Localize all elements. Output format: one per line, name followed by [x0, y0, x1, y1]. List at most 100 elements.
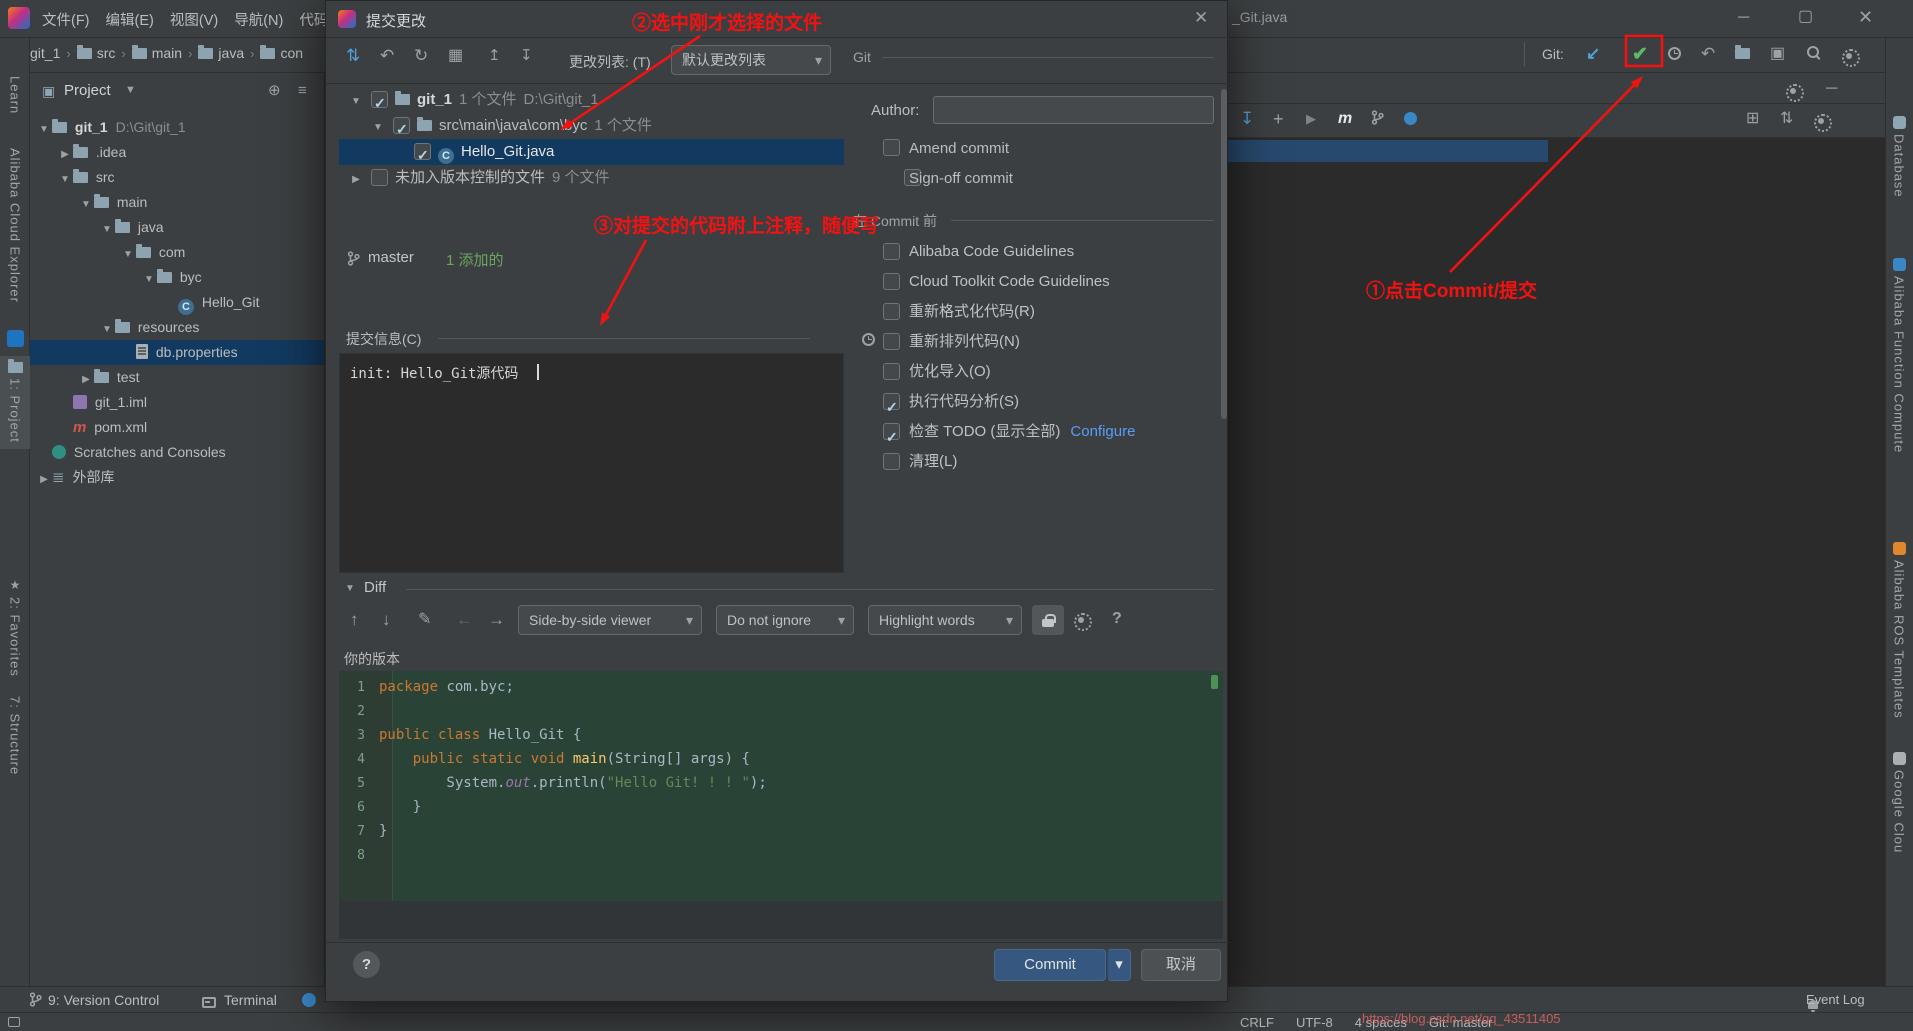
checkbox-checked[interactable]: [371, 91, 388, 108]
go-left-icon[interactable]: ←: [456, 611, 473, 629]
checkbox-unchecked[interactable]: [883, 303, 900, 320]
before-commit-option[interactable]: 清理(L): [883, 447, 1223, 477]
diff-scrollbar-track[interactable]: [339, 901, 1223, 939]
tree-item-src[interactable]: ▼ src: [30, 165, 325, 190]
commit-dropdown-button[interactable]: ▾: [1107, 949, 1131, 981]
chevron-down-icon[interactable]: ▼: [348, 89, 364, 115]
commit-message-editor[interactable]: init: Hello_Git源代码: [339, 353, 844, 573]
help-button[interactable]: ?: [353, 951, 380, 978]
author-input[interactable]: [933, 96, 1214, 124]
editor-background[interactable]: [1228, 138, 1885, 986]
open-folder-icon[interactable]: [1735, 45, 1750, 62]
chevron-down-icon[interactable]: ▼: [120, 242, 136, 267]
history-icon[interactable]: [862, 333, 875, 346]
checkbox-checked[interactable]: [883, 423, 900, 440]
close-window-button[interactable]: ✕: [1858, 8, 1873, 26]
diff-help-icon[interactable]: ?: [1112, 611, 1122, 627]
chevron-right-icon[interactable]: ▶: [348, 167, 364, 193]
tree-item--[interactable]: ▶≣ 外部库: [30, 465, 325, 490]
grid-view-icon[interactable]: ⊞: [1746, 110, 1759, 127]
tree-item-scratches-and-consoles[interactable]: Scratches and Consoles: [30, 440, 325, 465]
changes-package-row[interactable]: ▼src\main\java\com\byc1 个文件: [339, 113, 844, 139]
settings-icon[interactable]: [1842, 45, 1856, 62]
next-difference-icon[interactable]: ↓: [382, 611, 391, 629]
lock-button[interactable]: [1032, 605, 1064, 635]
previous-difference-icon[interactable]: ↑: [350, 611, 359, 629]
go-right-icon[interactable]: →: [488, 611, 505, 629]
tree-item-hello_git[interactable]: C Hello_Git: [30, 290, 325, 315]
tree-item-byc[interactable]: ▼ byc: [30, 265, 325, 290]
dialog-close-icon[interactable]: ✕: [1194, 9, 1208, 26]
checkbox-unchecked[interactable]: [883, 243, 900, 260]
status-item[interactable]: CRLF: [1240, 1015, 1274, 1030]
right-stripe-database[interactable]: Database: [1885, 112, 1913, 202]
settings-icon[interactable]: [1786, 80, 1800, 97]
chevron-down-icon[interactable]: ▼: [36, 117, 52, 142]
checkbox-checked[interactable]: [414, 143, 431, 160]
maximize-button[interactable]: ▢: [1798, 9, 1813, 25]
left-stripe-2-favorites[interactable]: ★2: Favorites: [0, 572, 30, 683]
tree-item-pom-xml[interactable]: m pom.xml: [30, 415, 325, 440]
menu-item-1[interactable]: 编辑(E): [98, 9, 162, 30]
checkbox-unchecked[interactable]: [883, 273, 900, 290]
search-icon[interactable]: [1806, 45, 1821, 62]
checkbox-unchecked[interactable]: [883, 333, 900, 350]
cancel-button[interactable]: 取消: [1141, 949, 1221, 981]
tree-item-java[interactable]: ▼ java: [30, 215, 325, 240]
vcs-update-icon[interactable]: ↙: [1586, 45, 1600, 63]
left-stripe-alibaba-cloud-explorer[interactable]: Alibaba Cloud Explorer: [0, 142, 30, 309]
chevron-down-icon[interactable]: ▼: [342, 583, 358, 594]
add-configuration-icon[interactable]: +: [1273, 110, 1284, 129]
chevron-right-icon[interactable]: ▶: [78, 367, 94, 392]
diff-code-viewer[interactable]: 1package com.byc;23public class Hello_Gi…: [339, 671, 1223, 901]
restore-window-icon[interactable]: ▣: [1770, 45, 1785, 62]
chevron-down-icon[interactable]: ▼: [99, 317, 115, 342]
refresh-changes-icon[interactable]: ⇅: [346, 47, 360, 65]
download-icon[interactable]: ↧: [1240, 110, 1254, 128]
toolwindow-toggle-icon[interactable]: [8, 1017, 20, 1027]
menu-item-0[interactable]: 文件(F): [34, 9, 98, 30]
toolwindow-version-control[interactable]: 9: Version Control: [48, 992, 159, 1008]
chevron-down-icon[interactable]: ▼: [125, 85, 136, 96]
right-stripe-google-clou[interactable]: Google Clou: [1885, 748, 1913, 857]
left-stripe-learn[interactable]: Learn: [0, 70, 30, 120]
collapse-all-icon[interactable]: ↧: [520, 47, 533, 64]
checkbox-unchecked[interactable]: [883, 453, 900, 470]
scrollbar-marker[interactable]: [1211, 675, 1218, 689]
checkbox-unchecked[interactable]: [371, 169, 388, 186]
before-commit-option[interactable]: Alibaba Code Guidelines: [883, 237, 1223, 267]
run-icon[interactable]: ▶: [1306, 110, 1316, 127]
checkbox-checked[interactable]: [393, 117, 410, 134]
chevron-down-icon[interactable]: ▼: [370, 115, 386, 141]
switch-icon[interactable]: ⇅: [1780, 110, 1793, 127]
checkbox-checked[interactable]: [883, 393, 900, 410]
tree-item-git_1[interactable]: ▼ git_1D:\Git\git_1: [30, 115, 325, 140]
tree-item-git_1-iml[interactable]: git_1.iml: [30, 390, 325, 415]
right-stripe-alibaba-function-compute[interactable]: Alibaba Function Compute: [1885, 254, 1913, 457]
rollback-icon[interactable]: ↶: [380, 47, 394, 65]
tree-item-resources[interactable]: ▼ resources: [30, 315, 325, 340]
diff-settings-icon[interactable]: [1074, 609, 1088, 626]
amend-commit-label[interactable]: Amend commit: [909, 140, 1009, 157]
history-icon[interactable]: [1668, 45, 1681, 62]
chevron-down-icon[interactable]: ▼: [57, 167, 73, 192]
branch-icon[interactable]: [1370, 110, 1385, 129]
tree-item--idea[interactable]: ▶ .idea: [30, 140, 325, 165]
chevron-down-icon[interactable]: ▼: [141, 267, 157, 292]
checkbox-unchecked[interactable]: [883, 363, 900, 380]
chevron-right-icon[interactable]: ▶: [57, 142, 73, 167]
chevron-down-icon[interactable]: ▼: [99, 217, 115, 242]
left-stripe-7-structure[interactable]: 7: Structure: [0, 690, 30, 781]
toolwindow-event-log[interactable]: Event Log: [1806, 992, 1865, 1007]
expand-all-icon[interactable]: ↥: [488, 47, 501, 64]
editor-selected-line[interactable]: [1228, 140, 1548, 162]
alibaba-cloud-icon[interactable]: [7, 330, 24, 347]
changes-unversioned-row[interactable]: ▶未加入版本控制的文件9 个文件: [339, 165, 844, 191]
changes-root-row[interactable]: ▼git_11 个文件D:\Git\git_1: [339, 87, 844, 113]
refresh-icon[interactable]: ↻: [414, 47, 428, 65]
project-panel-title[interactable]: Project: [64, 82, 111, 99]
collapse-all-icon[interactable]: ≡: [298, 83, 307, 98]
commit-button[interactable]: Commit: [994, 949, 1106, 981]
right-stripe-alibaba-ros-templates[interactable]: Alibaba ROS Templates: [1885, 538, 1913, 723]
breadcrumb-item[interactable]: src: [77, 45, 116, 62]
